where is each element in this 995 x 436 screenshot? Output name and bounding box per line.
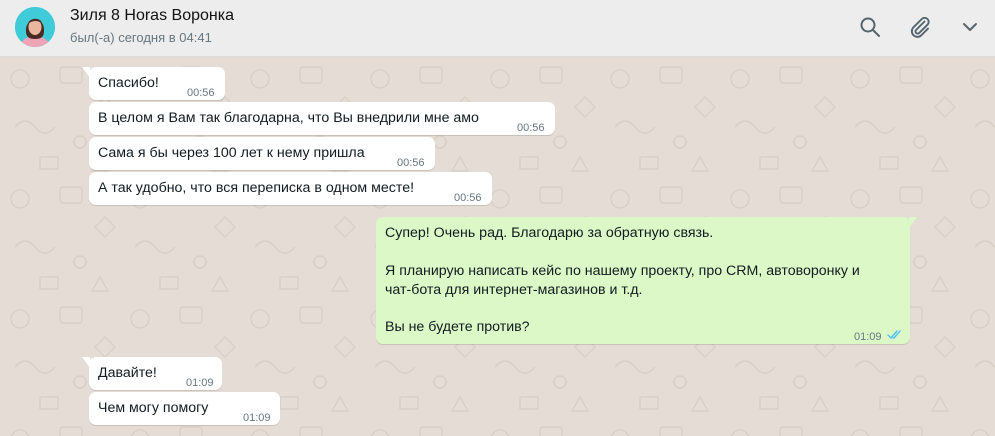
bubble-tail: [82, 67, 90, 78]
message-text: В целом я Вам так благодарна, что Вы вне…: [98, 110, 479, 126]
message-text-line: Я планирую написать кейс по нашему проек…: [385, 263, 860, 279]
message-time: 01:09: [186, 377, 214, 389]
message-time: 00:56: [187, 87, 215, 99]
message-text-line: чат-бота для интернет-магазинов и т.д.: [385, 282, 643, 298]
message-time: 01:09: [854, 331, 882, 343]
message-text: Спасибо!: [98, 75, 159, 91]
bubble-tail: [82, 357, 90, 368]
incoming-message[interactable]: Чем могу помогу 01:09: [89, 392, 280, 425]
read-double-check-icon: [887, 330, 901, 339]
last-seen-status: был(-а) сегодня в 04:41: [70, 30, 212, 45]
message-text-line: Супер! Очень рад. Благодарю за обратную …: [385, 225, 714, 241]
message-text: Давайте!: [98, 365, 157, 381]
message-time: 00:56: [454, 192, 482, 204]
message-text: Чем могу помогу: [98, 400, 209, 416]
message-time: 01:09: [243, 412, 271, 424]
search-icon[interactable]: [858, 15, 882, 39]
incoming-message[interactable]: А так удобно, что вся переписка в одном …: [89, 172, 492, 205]
incoming-message[interactable]: Сама я бы через 100 лет к нему пришла 00…: [89, 137, 435, 170]
message-text: А так удобно, что вся переписка в одном …: [98, 180, 415, 196]
incoming-message[interactable]: Давайте! 01:09: [82, 357, 222, 390]
message-text: Сама я бы через 100 лет к нему пришла: [98, 145, 365, 161]
message-time: 00:56: [517, 122, 545, 134]
avatar[interactable]: [15, 7, 55, 47]
incoming-message[interactable]: Спасибо! 00:56: [82, 67, 225, 100]
message-time: 00:56: [397, 157, 425, 169]
message-text-line: Вы не будете против?: [385, 319, 530, 335]
paperclip-icon[interactable]: [908, 15, 932, 39]
chevron-down-icon[interactable]: [958, 15, 982, 39]
bubble-tail: [909, 217, 917, 228]
outgoing-message[interactable]: Супер! Очень рад. Благодарю за обратную …: [376, 217, 917, 344]
contact-name[interactable]: Зиля 8 Horas Воронка: [70, 7, 234, 25]
message-list[interactable]: Спасибо! 00:56 В целом я Вам так благода…: [0, 57, 995, 436]
incoming-message[interactable]: В целом я Вам так благодарна, что Вы вне…: [89, 102, 555, 135]
chat-header: Зиля 8 Horas Воронка был(-а) сегодня в 0…: [0, 0, 995, 57]
